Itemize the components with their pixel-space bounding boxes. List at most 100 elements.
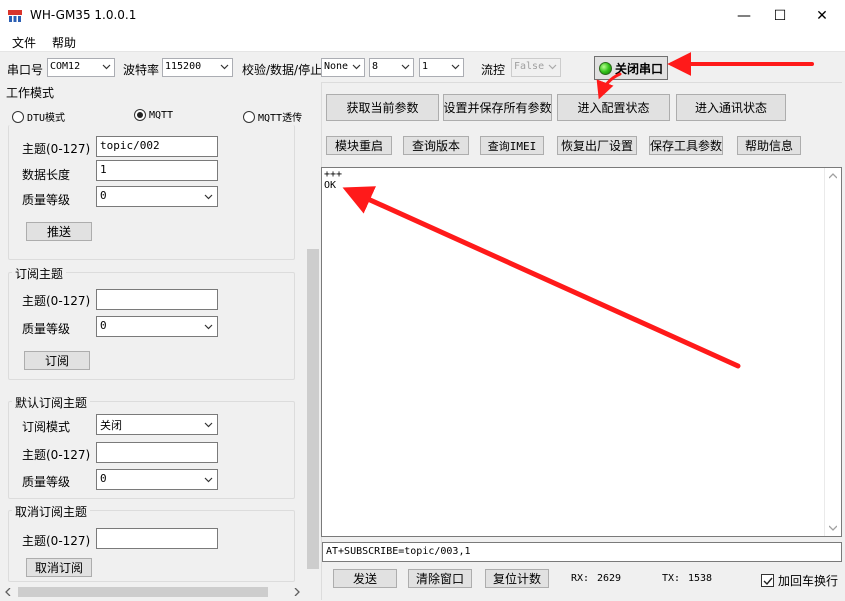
unsubscribe-topic-label: 主题(0-127) bbox=[22, 534, 91, 548]
help-info-button[interactable]: 帮助信息 bbox=[737, 136, 801, 155]
menu-bar: 文件 帮助 bbox=[0, 31, 845, 52]
menu-help[interactable]: 帮助 bbox=[52, 34, 76, 51]
left-horizontal-scrollbar[interactable] bbox=[0, 584, 305, 600]
menu-file[interactable]: 文件 bbox=[12, 34, 36, 51]
stop-bits-select[interactable]: 1 bbox=[419, 58, 464, 77]
left-scroll-thumb[interactable] bbox=[307, 249, 319, 569]
terminal-text: +++ OK bbox=[324, 169, 343, 191]
chevron-down-icon bbox=[352, 64, 361, 70]
scroll-left-icon[interactable] bbox=[4, 588, 12, 596]
stop-bits-value: 1 bbox=[422, 61, 429, 72]
default-subscribe-topic-input[interactable] bbox=[96, 442, 218, 463]
work-mode-title: 工作模式 bbox=[6, 86, 55, 100]
chevron-down-icon bbox=[204, 324, 213, 330]
enter-comm-button[interactable]: 进入通讯状态 bbox=[676, 94, 786, 121]
left-hscroll-thumb[interactable] bbox=[18, 587, 268, 597]
default-subscribe-qos-value: 0 bbox=[100, 472, 107, 485]
publish-topic-label: 主题(0-127) bbox=[22, 142, 91, 156]
scroll-right-icon[interactable] bbox=[293, 588, 301, 596]
rx-value: 2629 bbox=[597, 573, 622, 584]
default-subscribe-title: 默认订阅主题 bbox=[12, 394, 91, 411]
default-subscribe-qos-label: 质量等级 bbox=[22, 475, 71, 489]
close-port-label: 关闭串口 bbox=[615, 61, 664, 76]
parity-select[interactable]: None bbox=[321, 58, 365, 77]
chevron-down-icon bbox=[102, 64, 111, 70]
subscribe-title: 订阅主题 bbox=[12, 265, 67, 282]
baud-select[interactable]: 115200 bbox=[162, 58, 233, 77]
flow-label: 流控 bbox=[481, 63, 506, 77]
save-all-params-button[interactable]: 设置并保存所有参数 bbox=[443, 94, 552, 121]
chevron-down-icon bbox=[401, 64, 410, 70]
subscribe-button[interactable]: 订阅 bbox=[24, 351, 90, 370]
default-subscribe-topic-label: 主题(0-127) bbox=[22, 448, 91, 462]
factory-reset-button[interactable]: 恢复出厂设置 bbox=[557, 136, 637, 155]
subscribe-topic-input[interactable] bbox=[96, 289, 218, 310]
baud-label: 波特率 bbox=[123, 63, 160, 77]
window-title: WH-GM35 1.0.0.1 bbox=[30, 8, 137, 22]
port-value: COM12 bbox=[50, 61, 81, 72]
publish-qos-select[interactable]: 0 bbox=[96, 186, 218, 207]
send-button[interactable]: 发送 bbox=[333, 569, 397, 588]
radio-mqtt-circle bbox=[134, 109, 146, 121]
subscribe-qos-value: 0 bbox=[100, 319, 107, 332]
app-icon bbox=[8, 10, 22, 22]
append-crlf-checkbox[interactable]: 加回车换行 bbox=[761, 572, 838, 589]
query-imei-button[interactable]: 查询IMEI bbox=[480, 136, 544, 155]
restart-module-button[interactable]: 模块重启 bbox=[326, 136, 392, 155]
left-vertical-scrollbar[interactable] bbox=[305, 125, 321, 585]
chevron-down-icon bbox=[220, 64, 229, 70]
chevron-down-icon bbox=[204, 477, 213, 483]
title-bar: WH-GM35 1.0.0.1 — ☐ ✕ bbox=[0, 0, 845, 31]
append-crlf-label: 加回车换行 bbox=[778, 574, 839, 588]
rx-label: RX: bbox=[571, 573, 590, 584]
radio-mqtt[interactable]: MQTT bbox=[134, 109, 173, 121]
port-label: 串口号 bbox=[7, 63, 44, 77]
close-button[interactable]: ✕ bbox=[799, 0, 845, 31]
default-subscribe-mode-value: 关闭 bbox=[100, 419, 122, 432]
checkbox-box bbox=[761, 574, 774, 587]
close-port-button[interactable]: 关闭串口 bbox=[594, 56, 668, 80]
radio-mqtt-passthrough[interactable]: MQTT透传 bbox=[243, 109, 302, 124]
save-tool-params-button[interactable]: 保存工具参数 bbox=[649, 136, 723, 155]
publish-topic-input[interactable]: topic/002 bbox=[96, 136, 218, 157]
terminal-output[interactable]: +++ OK bbox=[321, 167, 842, 537]
push-button[interactable]: 推送 bbox=[26, 222, 92, 241]
default-subscribe-mode-select[interactable]: 关闭 bbox=[96, 414, 218, 435]
terminal-scrollbar[interactable] bbox=[824, 168, 841, 536]
data-bits-value: 8 bbox=[372, 61, 379, 72]
parity-label: 校验/数据/停止 bbox=[242, 63, 323, 77]
chevron-down-icon bbox=[204, 194, 213, 200]
flow-select[interactable]: False bbox=[511, 58, 561, 77]
scroll-up-icon[interactable] bbox=[829, 173, 837, 179]
query-version-button[interactable]: 查询版本 bbox=[403, 136, 469, 155]
data-bits-select[interactable]: 8 bbox=[369, 58, 414, 77]
close-icon: ✕ bbox=[816, 7, 828, 24]
clear-window-button[interactable]: 清除窗口 bbox=[408, 569, 472, 588]
minimize-icon: — bbox=[737, 7, 751, 24]
maximize-button[interactable]: ☐ bbox=[757, 0, 803, 31]
status-led-icon bbox=[599, 61, 612, 75]
scroll-down-icon[interactable] bbox=[829, 525, 837, 531]
port-select[interactable]: COM12 bbox=[47, 58, 115, 77]
checkmark-icon bbox=[763, 577, 773, 586]
baud-value: 115200 bbox=[165, 61, 202, 72]
get-params-button[interactable]: 获取当前参数 bbox=[326, 94, 439, 121]
radio-dtu-label: DTU模式 bbox=[27, 113, 66, 124]
reset-count-button[interactable]: 复位计数 bbox=[485, 569, 549, 588]
chevron-down-icon bbox=[204, 422, 213, 428]
publish-length-input[interactable]: 1 bbox=[96, 160, 218, 181]
command-input[interactable]: AT+SUBSCRIBE=topic/003,1 bbox=[322, 542, 842, 562]
tx-label: TX: bbox=[662, 573, 681, 584]
enter-config-button[interactable]: 进入配置状态 bbox=[557, 94, 670, 121]
unsubscribe-topic-input[interactable] bbox=[96, 528, 218, 549]
radio-mqtt-passthrough-label: MQTT透传 bbox=[258, 113, 303, 124]
subscribe-qos-label: 质量等级 bbox=[22, 322, 71, 336]
radio-dtu[interactable]: DTU模式 bbox=[12, 109, 65, 124]
default-subscribe-qos-select[interactable]: 0 bbox=[96, 469, 218, 490]
radio-mqtt-label: MQTT bbox=[149, 109, 174, 121]
subscribe-qos-select[interactable]: 0 bbox=[96, 316, 218, 337]
chevron-down-icon bbox=[451, 64, 460, 70]
tx-value: 1538 bbox=[688, 573, 713, 584]
default-subscribe-mode-label: 订阅模式 bbox=[22, 420, 71, 434]
unsubscribe-button[interactable]: 取消订阅 bbox=[26, 558, 92, 577]
